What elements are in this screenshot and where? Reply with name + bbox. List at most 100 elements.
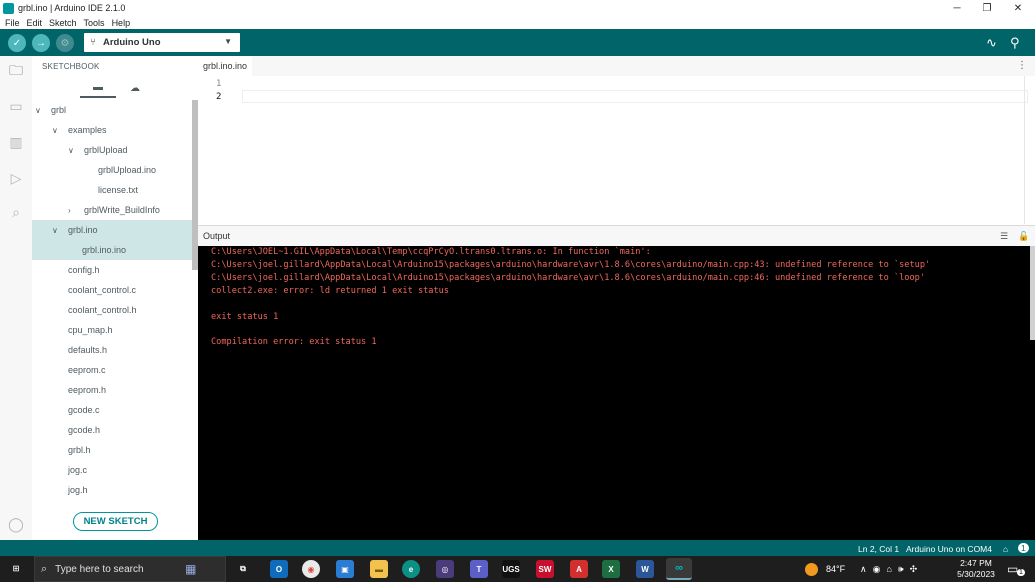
new-sketch-button[interactable]: NEW SKETCH	[73, 512, 158, 531]
tree-item[interactable]: ∨ grbl.ino	[32, 220, 192, 240]
editor-tab-bar: grbl.ino.ino ⋮	[198, 56, 1035, 76]
solidworks-icon[interactable]: SW	[536, 560, 554, 578]
tree-item[interactable]: › grblWrite_BuildInfo	[32, 200, 192, 220]
tree-item[interactable]: jog.c	[32, 460, 192, 480]
more-icon[interactable]: ⋮	[1017, 60, 1027, 71]
board-selector[interactable]: ⑂ Arduino Uno ▼	[84, 33, 240, 52]
tree-item-label: defaults.h	[68, 345, 108, 355]
outlook-icon[interactable]: O	[270, 560, 288, 578]
chevron-icon: ›	[68, 205, 71, 215]
code-editor[interactable]: grbl.ino.ino ⋮ 1 2	[198, 56, 1035, 224]
record-icon[interactable]: ◉	[873, 564, 881, 575]
tree-item[interactable]: gcode.h	[32, 420, 192, 440]
tree-item[interactable]: coolant_control.c	[32, 280, 192, 300]
volume-icon[interactable]: 🕪	[898, 564, 904, 575]
account-icon[interactable]: ◯	[6, 514, 26, 534]
close-button[interactable]: ✕	[1003, 0, 1033, 16]
tree-item-label: grblWrite_BuildInfo	[84, 205, 160, 215]
search-input[interactable]	[55, 563, 176, 575]
tab-cloud-sketchbook[interactable]: ☁	[117, 78, 153, 98]
tree-item[interactable]: jog.h	[32, 480, 192, 500]
serial-plotter-icon[interactable]: ∿	[986, 35, 997, 51]
console-scrollbar[interactable]	[1030, 246, 1035, 340]
tree-item-label: coolant_control.h	[68, 305, 137, 315]
folder-icon[interactable]: 🗀	[6, 62, 26, 82]
menu-edit[interactable]: Edit	[27, 18, 43, 28]
tree-item[interactable]: ∨ grblUpload	[32, 140, 192, 160]
maximize-button[interactable]: ❐	[972, 0, 1002, 16]
tree-item[interactable]: license.txt	[32, 180, 192, 200]
menu-sketch[interactable]: Sketch	[49, 18, 77, 28]
tree-item[interactable]: eeprom.c	[32, 360, 192, 380]
file-explorer-icon[interactable]: ▬	[370, 560, 388, 578]
tree-item[interactable]: defaults.h	[32, 340, 192, 360]
notifications-icon[interactable]: ▭	[1007, 556, 1018, 582]
clock[interactable]: 2:47 PM 5/30/2023	[952, 558, 1000, 580]
excel-icon[interactable]: X	[602, 560, 620, 578]
app-icon[interactable]: ◎	[436, 560, 454, 578]
upload-button[interactable]: →	[32, 34, 50, 52]
tree-item-label: coolant_control.c	[68, 285, 137, 295]
menu-tools[interactable]: Tools	[84, 18, 105, 28]
tree-item-label: gcode.c	[68, 405, 100, 415]
chrome-icon[interactable]: ◉	[302, 560, 320, 578]
teams-icon[interactable]: T	[470, 560, 488, 578]
menu-help[interactable]: Help	[112, 18, 131, 28]
chevron-up-icon[interactable]: ∧	[860, 564, 867, 575]
tree-item[interactable]: grbl.ino.ino	[32, 240, 192, 260]
console-line: collect2.exe: error: ld returned 1 exit …	[211, 285, 449, 296]
debug-icon[interactable]: ▷	[6, 168, 26, 188]
tree-item[interactable]: grbl.h	[32, 440, 192, 460]
verify-button[interactable]: ✓	[8, 34, 26, 52]
tab-local-sketchbook[interactable]: ▬	[80, 78, 116, 98]
serial-monitor-icon[interactable]: ⚲	[1010, 35, 1020, 51]
menu-file[interactable]: File	[5, 18, 20, 28]
network-icon[interactable]: ⌂	[886, 564, 891, 574]
tab-label: grbl.ino.ino	[203, 61, 248, 71]
taskbar-search[interactable]: ⌕ ▦	[34, 556, 226, 582]
board-port-status[interactable]: Arduino Uno on COM4	[906, 544, 992, 554]
debug-button[interactable]: ⚙	[56, 34, 74, 52]
sidebar-header: SKETCHBOOK	[42, 62, 100, 71]
tree-item[interactable]: ∨ grbl	[32, 100, 192, 120]
task-view-icon[interactable]: ⧉	[234, 560, 252, 578]
output-console[interactable]: C:\Users\JOEL~1.GIL\AppData\Local\Temp\c…	[198, 246, 1035, 540]
tab-grbl-ino-ino[interactable]: grbl.ino.ino	[198, 56, 252, 76]
tree-item[interactable]: gcode.c	[32, 400, 192, 420]
tree-item[interactable]: ∨ examples	[32, 120, 192, 140]
tree-item[interactable]: coolant_control.h	[32, 300, 192, 320]
windows-start-icon[interactable]: ⊞	[8, 560, 24, 576]
minimize-button[interactable]: ─	[942, 0, 972, 16]
arduino-taskbar-icon[interactable]: ∞	[666, 558, 692, 580]
tree-item[interactable]: eeprom.h	[32, 380, 192, 400]
chevron-down-icon: ▼	[224, 37, 232, 46]
status-bar: Ln 2, Col 1 Arduino Uno on COM4 ⌂ 1	[0, 540, 1035, 556]
tree-item-label: grbl	[51, 105, 67, 115]
clear-output-icon[interactable]: ☰	[1000, 231, 1008, 242]
lock-icon[interactable]: 🔓	[1018, 231, 1029, 242]
boards-manager-icon[interactable]: ▭	[6, 96, 26, 116]
title-bar: grbl.ino | Arduino IDE 2.1.0	[0, 0, 1035, 16]
acrobat-icon[interactable]: A	[570, 560, 588, 578]
tree-item-label: grbl.h	[68, 445, 91, 455]
check-icon: ✓	[12, 37, 22, 49]
ugs-icon[interactable]: UGS	[502, 560, 520, 578]
editor-scrollbar[interactable]	[1024, 76, 1032, 224]
tree-item[interactable]: cpu_map.h	[32, 320, 192, 340]
tree-item[interactable]: grblUpload.ino	[32, 160, 192, 180]
word-icon[interactable]: W	[636, 560, 654, 578]
weather-widget[interactable]: 84°F	[805, 556, 845, 582]
computer-icon: ▬	[93, 81, 103, 93]
tree-item-label: cpu_map.h	[68, 325, 113, 335]
edge-icon[interactable]: e	[402, 560, 420, 578]
console-line: C:\Users\joel.gillard\AppData\Local\Ardu…	[211, 259, 931, 270]
app-icon[interactable]: ▣	[336, 560, 354, 578]
arduino-app-icon	[3, 2, 14, 14]
search-icon[interactable]: ⌕	[6, 202, 26, 222]
tray-app-icon[interactable]: ✣	[910, 564, 918, 575]
tree-item[interactable]: config.h	[32, 260, 192, 280]
library-manager-icon[interactable]: ▥	[6, 132, 26, 152]
cursor-position[interactable]: Ln 2, Col 1	[858, 544, 899, 554]
toolbar: ✓ → ⚙ ⑂ Arduino Uno ▼ ∿ ⚲	[0, 29, 1035, 56]
notification-bell-icon[interactable]: ⌂	[1003, 544, 1008, 554]
